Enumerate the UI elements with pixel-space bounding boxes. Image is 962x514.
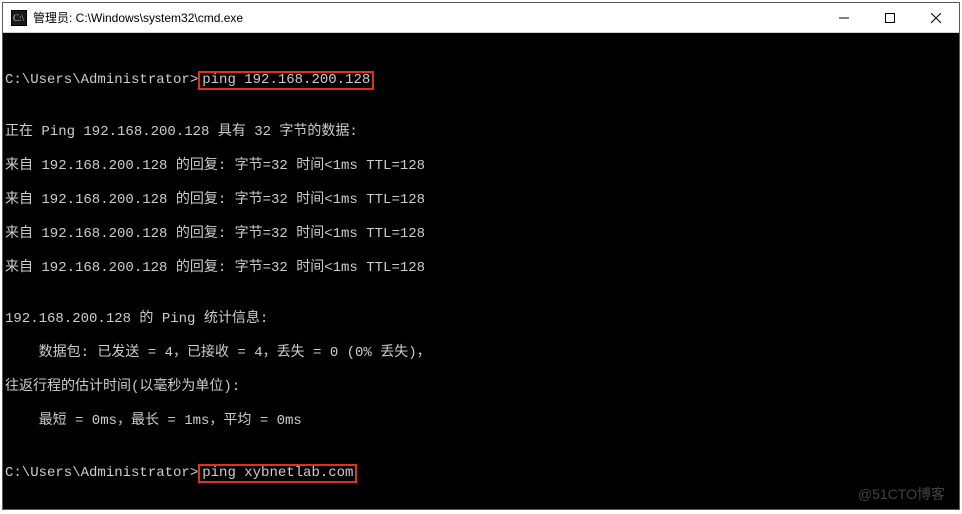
cmd-window: C:\ 管理员: C:\Windows\system32\cmd.exe C:\… — [2, 2, 960, 510]
terminal-line: 正在 Ping 192.168.200.128 具有 32 字节的数据: — [5, 124, 957, 141]
titlebar[interactable]: C:\ 管理员: C:\Windows\system32\cmd.exe — [3, 3, 959, 33]
window-controls — [821, 3, 959, 32]
terminal-line: 192.168.200.128 的 Ping 统计信息: — [5, 311, 957, 328]
terminal-line: 来自 192.168.200.128 的回复: 字节=32 时间<1ms TTL… — [5, 226, 957, 243]
terminal-line: 来自 192.168.200.128 的回复: 字节=32 时间<1ms TTL… — [5, 158, 957, 175]
terminal-body[interactable]: C:\Users\Administrator>ping 192.168.200.… — [3, 33, 959, 509]
maximize-button[interactable] — [867, 3, 913, 32]
minimize-button[interactable] — [821, 3, 867, 32]
terminal-line: 数据包: 已发送 = 4，已接收 = 4，丢失 = 0 (0% 丢失)， — [5, 345, 957, 362]
command-highlight: ping 192.168.200.128 — [198, 71, 374, 90]
prompt-line: C:\Users\Administrator>ping 192.168.200.… — [5, 71, 957, 90]
prompt-prefix: C:\Users\Administrator> — [5, 72, 198, 88]
terminal-line: 最短 = 0ms，最长 = 1ms，平均 = 0ms — [5, 413, 957, 430]
command-highlight: ping xybnetlab.com — [198, 464, 357, 483]
prompt-prefix: C:\Users\Administrator> — [5, 465, 198, 481]
terminal-line: 来自 192.168.200.128 的回复: 字节=32 时间<1ms TTL… — [5, 260, 957, 277]
window-title: 管理员: C:\Windows\system32\cmd.exe — [33, 9, 821, 26]
svg-text:C:\: C:\ — [13, 13, 25, 23]
terminal-line: 往返行程的估计时间(以毫秒为单位): — [5, 379, 957, 396]
prompt-line: C:\Users\Administrator>ping xybnetlab.co… — [5, 464, 957, 483]
cmd-icon: C:\ — [11, 10, 27, 26]
terminal-line: 来自 192.168.200.128 的回复: 字节=32 时间<1ms TTL… — [5, 192, 957, 209]
close-button[interactable] — [913, 3, 959, 32]
watermark: @51CTO博客 — [858, 486, 945, 503]
